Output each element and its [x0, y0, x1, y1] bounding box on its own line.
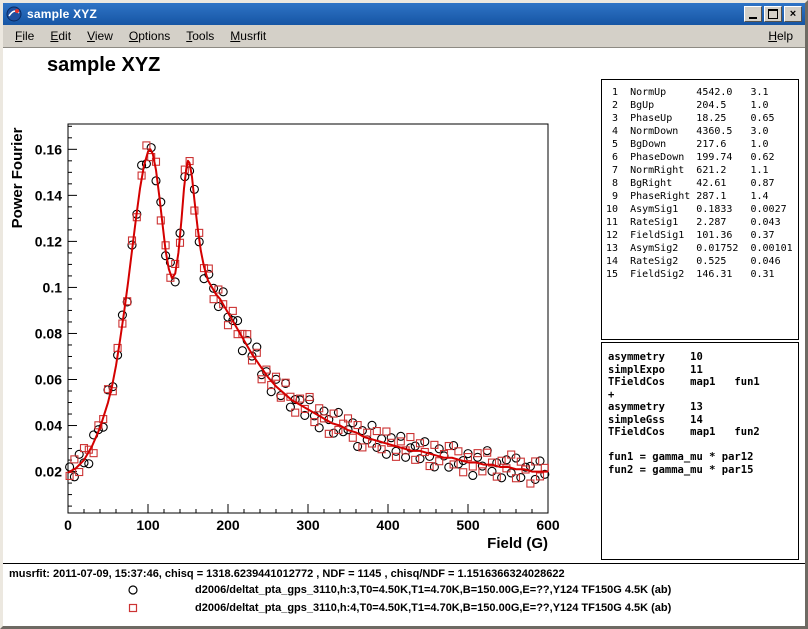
parameter-row: 7 NormRight 621.2 1.1: [606, 164, 794, 177]
window-title: sample XYZ: [27, 7, 739, 21]
parameter-row: 14 RateSig2 0.525 0.046: [606, 255, 794, 268]
theory-line: asymmetry 10: [608, 351, 792, 364]
parameter-row: 4 NormDown 4360.5 3.0: [606, 125, 794, 138]
status-area: musrfit: 2011-07-09, 15:37:46, chisq = 1…: [3, 563, 805, 626]
menubar-left: FileEditViewOptionsToolsMusrfit: [7, 26, 274, 46]
parameter-row: 8 BgRight 42.61 0.87: [606, 177, 794, 190]
parameter-row: 15 FieldSig2 146.31 0.31: [606, 268, 794, 281]
y-tick-label: 0.02: [35, 464, 62, 480]
y-tick-label: 0.06: [35, 371, 62, 387]
fourier-chart[interactable]: 0 100 200 300 400 500 600 0.02 0.04 0.06 0.08 0.1 0.…: [3, 93, 593, 563]
menubar: FileEditViewOptionsToolsMusrfit Help: [3, 25, 805, 48]
x-tick-label: 200: [216, 517, 240, 533]
titlebar[interactable]: sample XYZ ×: [3, 3, 805, 25]
parameter-row: 12 FieldSig1 101.36 0.37: [606, 229, 794, 242]
x-tick-label: 300: [296, 517, 320, 533]
parameter-row: 3 PhaseUp 18.25 0.65: [606, 112, 794, 125]
fit-line: [68, 149, 548, 472]
y-tick-label: 0.16: [35, 141, 62, 157]
menubar-right: Help: [760, 26, 801, 46]
theory-line: +: [608, 389, 792, 402]
legend-label: d2006/deltat_pta_gps_3110,h:4,T0=4.50K,T…: [195, 602, 671, 614]
y-tick-label: 0.04: [35, 418, 62, 434]
x-tick-label: 400: [376, 517, 400, 533]
legend-item: d2006/deltat_pta_gps_3110,h:3,T0=4.50K,T…: [3, 581, 805, 599]
parameter-row: 13 AsymSig2 0.01752 0.00101: [606, 242, 794, 255]
parameter-row: 11 RateSig1 2.287 0.043: [606, 216, 794, 229]
y-tick-label: 0.12: [35, 233, 62, 249]
minimize-icon: [749, 9, 757, 19]
theory-line: simpleGss 14: [608, 414, 792, 427]
theory-box: asymmetry 10simplExpo 11TFieldCos map1 f…: [601, 342, 799, 560]
menu-help[interactable]: Help: [760, 26, 801, 46]
theory-line: [608, 439, 792, 452]
menu-view[interactable]: View: [79, 26, 121, 46]
menu-tools[interactable]: Tools: [178, 26, 222, 46]
close-icon: ×: [790, 9, 796, 19]
legend-label: d2006/deltat_pta_gps_3110,h:3,T0=4.50K,T…: [195, 584, 671, 596]
parameter-row: 9 PhaseRight 287.1 1.4: [606, 190, 794, 203]
menu-edit[interactable]: Edit: [42, 26, 79, 46]
maximize-button[interactable]: [764, 6, 782, 22]
x-tick-label: 100: [136, 517, 160, 533]
parameter-box: 1 NormUp 4542.0 3.1 2 BgUp 204.5 1.0 3 P…: [601, 79, 799, 340]
theory-line: asymmetry 13: [608, 401, 792, 414]
theory-line: fun1 = gamma_mu * par12: [608, 451, 792, 464]
scatter-series-h3-circles: [66, 144, 549, 484]
app-icon: [6, 6, 22, 22]
y-tick-label: 0.14: [35, 187, 62, 203]
square-marker-icon: [127, 602, 139, 614]
x-tick-label: 0: [64, 517, 72, 533]
fit-status-text: musrfit: 2011-07-09, 15:37:46, chisq = 1…: [3, 564, 805, 581]
theory-line: TFieldCos map1 fun2: [608, 426, 792, 439]
plot-title: sample XYZ: [47, 54, 160, 77]
parameter-row: 2 BgUp 204.5 1.0: [606, 99, 794, 112]
circle-marker-icon: [127, 584, 139, 596]
minimize-button[interactable]: [744, 6, 762, 22]
maximize-icon: [768, 9, 778, 19]
legend: d2006/deltat_pta_gps_3110,h:3,T0=4.50K,T…: [3, 581, 805, 617]
x-tick-label: 600: [536, 517, 560, 533]
theory-line: fun2 = gamma_mu * par15: [608, 464, 792, 477]
y-tick-label: 0.08: [35, 325, 62, 341]
menu-musrfit[interactable]: Musrfit: [222, 26, 274, 46]
parameter-row: 1 NormUp 4542.0 3.1: [606, 86, 794, 99]
x-axis-title: Field (G): [487, 535, 548, 552]
y-axis-title: Power Fourier: [9, 127, 26, 228]
legend-item: d2006/deltat_pta_gps_3110,h:4,T0=4.50K,T…: [3, 599, 805, 617]
parameter-row: 5 BgDown 217.6 1.0: [606, 138, 794, 151]
theory-line: TFieldCos map1 fun1: [608, 376, 792, 389]
parameter-row: 6 PhaseDown 199.74 0.62: [606, 151, 794, 164]
x-tick-label: 500: [456, 517, 480, 533]
menu-options[interactable]: Options: [121, 26, 178, 46]
close-button[interactable]: ×: [784, 6, 802, 22]
theory-line: simplExpo 11: [608, 364, 792, 377]
app-window: sample XYZ × FileEditViewOptionsToolsMus…: [0, 0, 808, 629]
y-tick-label: 0.1: [43, 279, 63, 295]
root-canvas: sample XYZ 0 100 200 300 400 500 600 0.02 0.04 0.…: [3, 48, 805, 626]
plot-frame: [68, 124, 548, 513]
parameter-row: 10 AsymSig1 0.1833 0.0027: [606, 203, 794, 216]
menu-file[interactable]: File: [7, 26, 42, 46]
